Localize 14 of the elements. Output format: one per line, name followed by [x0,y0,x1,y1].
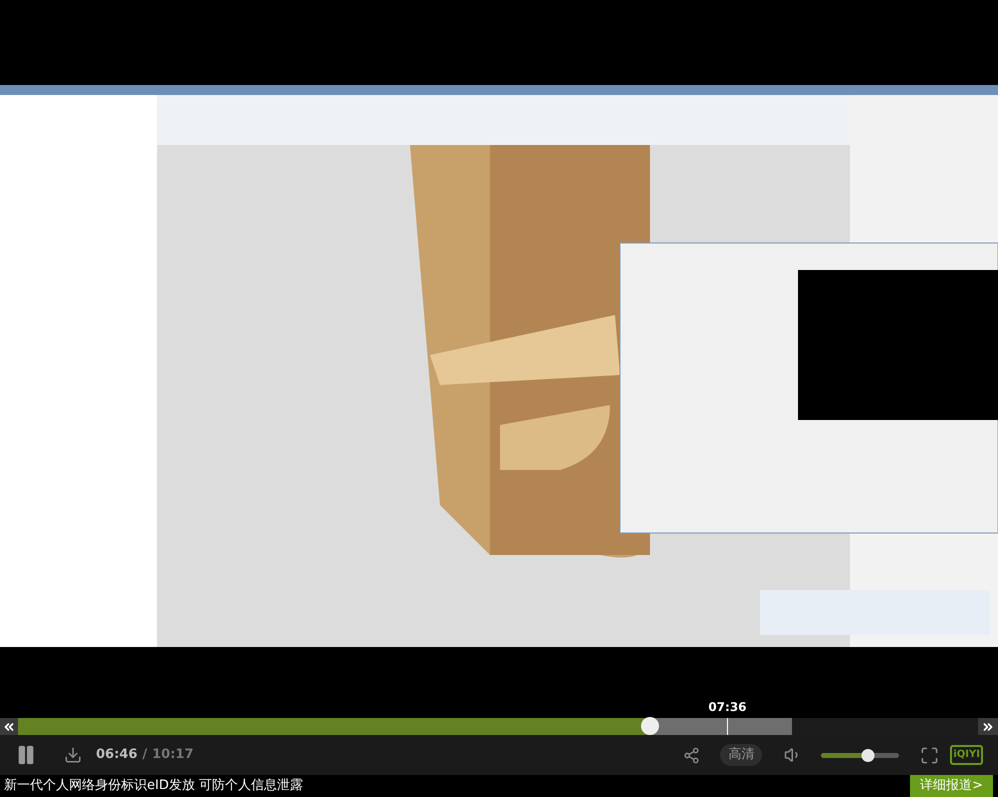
rewind-button[interactable] [0,718,18,735]
time-separator: / [142,746,148,764]
details-link[interactable]: 详细报道> [910,775,993,797]
share-button[interactable] [683,746,700,764]
volume-thumb[interactable] [862,748,875,762]
download-button[interactable] [64,746,82,764]
duration: 10:17 [152,746,194,764]
current-time: 06:46 [96,746,138,764]
quality-button[interactable]: 高清 [720,744,762,766]
hover-time-label: 07:36 [708,699,747,716]
logo[interactable]: iQIYI [950,745,983,765]
news-headline[interactable]: 新一代个人网络身份标识eID发放 可防个人信息泄露 [4,776,303,796]
forward-button[interactable] [978,718,998,735]
fullscreen-button[interactable] [920,746,940,764]
